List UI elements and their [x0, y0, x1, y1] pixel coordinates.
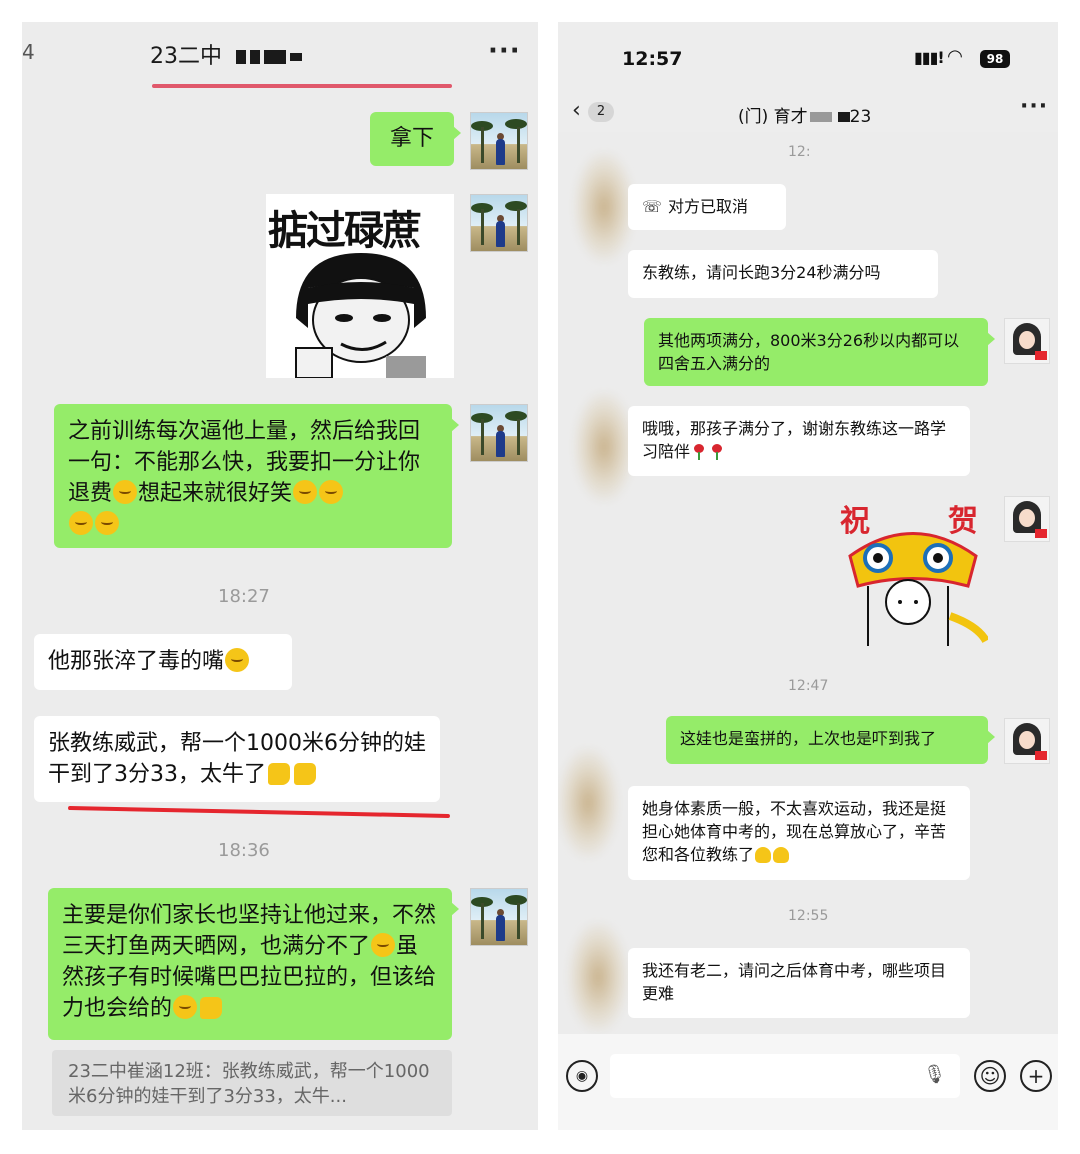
avatar-parent[interactable]: [574, 152, 634, 262]
crying-emoji-icon: [225, 648, 250, 672]
timestamp: 12:: [788, 144, 811, 160]
thumbs-up-emoji-icon: [200, 997, 223, 1019]
tears-of-joy-emoji-icon: [95, 511, 119, 535]
message-bubble-incoming[interactable]: 哦哦，那孩子满分了，谢谢东教练这一路学习陪伴: [628, 406, 970, 476]
chat-title: (门) 育才 23: [738, 107, 872, 127]
avatar-parent[interactable]: [574, 392, 634, 502]
facepalm-smile-emoji-icon: [371, 933, 396, 957]
message-bubble-incoming[interactable]: 他那张淬了毒的嘴: [34, 634, 292, 690]
status-time: 12:57: [622, 48, 683, 70]
red-underline-annotation: [68, 806, 450, 818]
message-text: 张教练威武，帮一个1000米6分钟的娃干到了3分33，太牛了: [48, 731, 426, 787]
timestamp: 18:27: [218, 586, 270, 607]
facepalm-smile-emoji-icon: [293, 480, 318, 504]
avatar-parent[interactable]: [568, 922, 628, 1032]
thumbs-up-emoji-icon: [268, 763, 290, 785]
message-text: 拿下: [389, 126, 434, 151]
facepalm-smile-emoji-icon: [113, 480, 138, 504]
mic-icon[interactable]: 🎙: [923, 1064, 946, 1085]
grin-emoji-icon: [173, 995, 198, 1019]
avatar-coach[interactable]: [470, 888, 528, 946]
back-unread-count[interactable]: 4: [22, 40, 35, 64]
message-bubble-incoming[interactable]: 我还有老二，请问之后体育中考，哪些项目更难: [628, 948, 970, 1018]
call-record-bubble[interactable]: ☏ 对方已取消: [628, 184, 786, 230]
avatar-coach[interactable]: [470, 112, 528, 170]
cartoon-face-icon: [295, 253, 426, 378]
message-bubble-outgoing[interactable]: 这娃也是蛮拼的，上次也是吓到我了: [666, 716, 995, 764]
rose-emoji-icon: [693, 444, 705, 460]
message-bubble-outgoing[interactable]: 之前训练每次逼他上量，然后给我回一句：不能那么快，我要扣一分让你退费 想起来就很好…: [54, 404, 459, 548]
meme-sticker[interactable]: 掂过碌蔗: [266, 194, 454, 378]
left-chat-screenshot: 4 23二中 ··· 拿下 掂过碌蔗 之前训练每次逼他上量，然后给我回一句：不能…: [22, 22, 538, 1130]
input-bar: ◉ 🎙 ☺ +: [558, 1034, 1058, 1130]
emoji-icon[interactable]: ☺: [974, 1060, 1006, 1092]
facepalm-smile-emoji-icon: [319, 480, 344, 504]
avatar-coach[interactable]: [470, 194, 528, 252]
chat-title: 23二中: [150, 38, 302, 70]
header-stripe: [152, 84, 452, 88]
more-options-button[interactable]: ···: [1020, 94, 1048, 119]
avatar-coach[interactable]: [1004, 496, 1050, 542]
message-text: 我还有老二，请问之后体育中考，哪些项目更难: [642, 961, 947, 1003]
message-text: 这娃也是蛮拼的，上次也是吓到我了: [680, 729, 937, 748]
message-bubble-outgoing[interactable]: 其他两项满分，800米3分26秒以内都可以四舍五入满分的: [644, 318, 995, 386]
message-text: 东教练，请问长跑3分24秒满分吗: [642, 263, 881, 282]
voice-icon[interactable]: ◉: [566, 1060, 598, 1092]
message-text: 哦哦，那孩子满分了，谢谢东教练这一路学习陪伴: [642, 419, 947, 461]
wifi-icon: ◠: [948, 46, 962, 67]
call-status-text: 对方已取消: [668, 197, 749, 216]
back-unread-count[interactable]: 2: [588, 102, 614, 122]
facepalm-smile-emoji-icon: [69, 511, 93, 535]
plus-icon[interactable]: +: [1020, 1060, 1052, 1092]
congrats-lion-sticker[interactable]: 祝 贺: [838, 496, 988, 646]
quoted-message[interactable]: 23二中崔涵12班：张教练威武，帮一个1000米6分钟的娃干到了3分33，太牛.…: [52, 1050, 452, 1116]
message-text: 其他两项满分，800米3分26秒以内都可以四舍五入满分的: [658, 331, 960, 373]
avatar-coach[interactable]: [1004, 718, 1050, 764]
message-bubble-outgoing[interactable]: 拿下: [370, 112, 461, 166]
avatar-parent[interactable]: [558, 748, 618, 858]
message-text: 他那张淬了毒的嘴: [48, 649, 225, 674]
lion-dance-icon: [848, 532, 988, 646]
message-text: 她身体素质一般，不太喜欢运动，我还是挺担心她体育中考的，现在总算放心了，辛苦您和…: [642, 799, 947, 864]
message-input[interactable]: 🎙: [610, 1054, 960, 1098]
timestamp: 18:36: [218, 840, 270, 861]
phone-hangup-icon: ☏: [642, 197, 663, 216]
message-text-2: 想起来就很好笑: [138, 481, 293, 506]
battery-indicator: 98: [980, 50, 1010, 68]
signal-icon: ▮▮▮!: [914, 48, 945, 67]
message-bubble-outgoing[interactable]: 主要是你们家长也坚持让他过来，不然三天打鱼两天晒网，也满分不了 虽然孩子有时候嘴巴…: [48, 888, 459, 1040]
message-bubble-incoming[interactable]: 张教练威武，帮一个1000米6分钟的娃干到了3分33，太牛了: [34, 716, 440, 802]
timestamp: 12:55: [788, 908, 829, 924]
message-bubble-incoming[interactable]: 东教练，请问长跑3分24秒满分吗: [628, 250, 938, 298]
rose-emoji-icon: [711, 444, 723, 460]
back-chevron-icon[interactable]: ‹: [572, 98, 581, 123]
right-header: 12:57 ▮▮▮! ◠ 98 ‹ 2 (门) 育才 23 ···: [558, 22, 1058, 132]
pray-emoji-icon: [773, 847, 790, 863]
thumbs-up-emoji-icon: [294, 763, 316, 785]
avatar-coach[interactable]: [1004, 318, 1050, 364]
quoted-text: 23二中崔涵12班：张教练威武，帮一个1000米6分钟的娃干到了3分33，太牛.…: [68, 1061, 430, 1107]
avatar-coach[interactable]: [470, 404, 528, 462]
more-options-button[interactable]: ···: [488, 36, 521, 66]
timestamp: 12:47: [788, 678, 829, 694]
right-chat-screenshot: 12:57 ▮▮▮! ◠ 98 ‹ 2 (门) 育才 23 ··· 12: ☏ 对方…: [558, 22, 1058, 1130]
message-bubble-incoming[interactable]: 她身体素质一般，不太喜欢运动，我还是挺担心她体育中考的，现在总算放心了，辛苦您和…: [628, 786, 970, 880]
pray-emoji-icon: [755, 847, 772, 863]
